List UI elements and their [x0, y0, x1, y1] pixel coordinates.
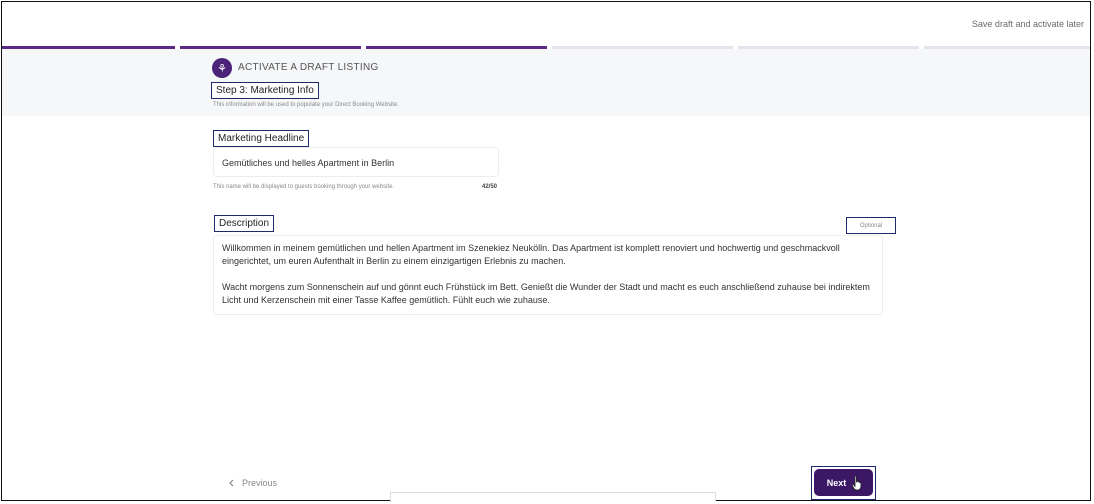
save-draft-link[interactable]: Save draft and activate later: [972, 19, 1084, 29]
description-paragraph-1: Willkommen in meinem gemütlichen und hel…: [222, 243, 840, 266]
hand-cursor-icon: [851, 475, 862, 491]
logo-icon: ⚘: [212, 58, 232, 78]
headline-label: Marketing Headline: [213, 130, 310, 147]
step-label: Step 3: Marketing Info: [211, 82, 319, 99]
next-button[interactable]: Next: [814, 469, 873, 496]
bottom-panel-edge: [390, 492, 716, 502]
description-label: Description: [214, 215, 275, 232]
headline-input[interactable]: Gemütliches und helles Apartment in Berl…: [213, 147, 499, 177]
page-header-band: [2, 49, 1090, 116]
headline-char-counter: 42/50: [482, 184, 498, 190]
description-textarea[interactable]: Willkommen in meinem gemütlichen und hel…: [213, 235, 883, 315]
headline-hint: This name will be displayed to guests bo…: [213, 184, 395, 190]
previous-button[interactable]: Previous: [229, 478, 277, 488]
description-paragraph-2: Wacht morgens zum Sonnenschein auf und g…: [222, 282, 870, 305]
chevron-left-icon: [229, 479, 234, 487]
next-label: Next: [826, 477, 847, 488]
previous-label: Previous: [242, 478, 278, 488]
step-description: This information will be used to populat…: [213, 102, 399, 108]
page-title: ACTIVATE A DRAFT LISTING: [238, 62, 379, 73]
optional-badge: Optional: [846, 217, 896, 234]
top-bar: Save draft and activate later: [2, 2, 1090, 46]
